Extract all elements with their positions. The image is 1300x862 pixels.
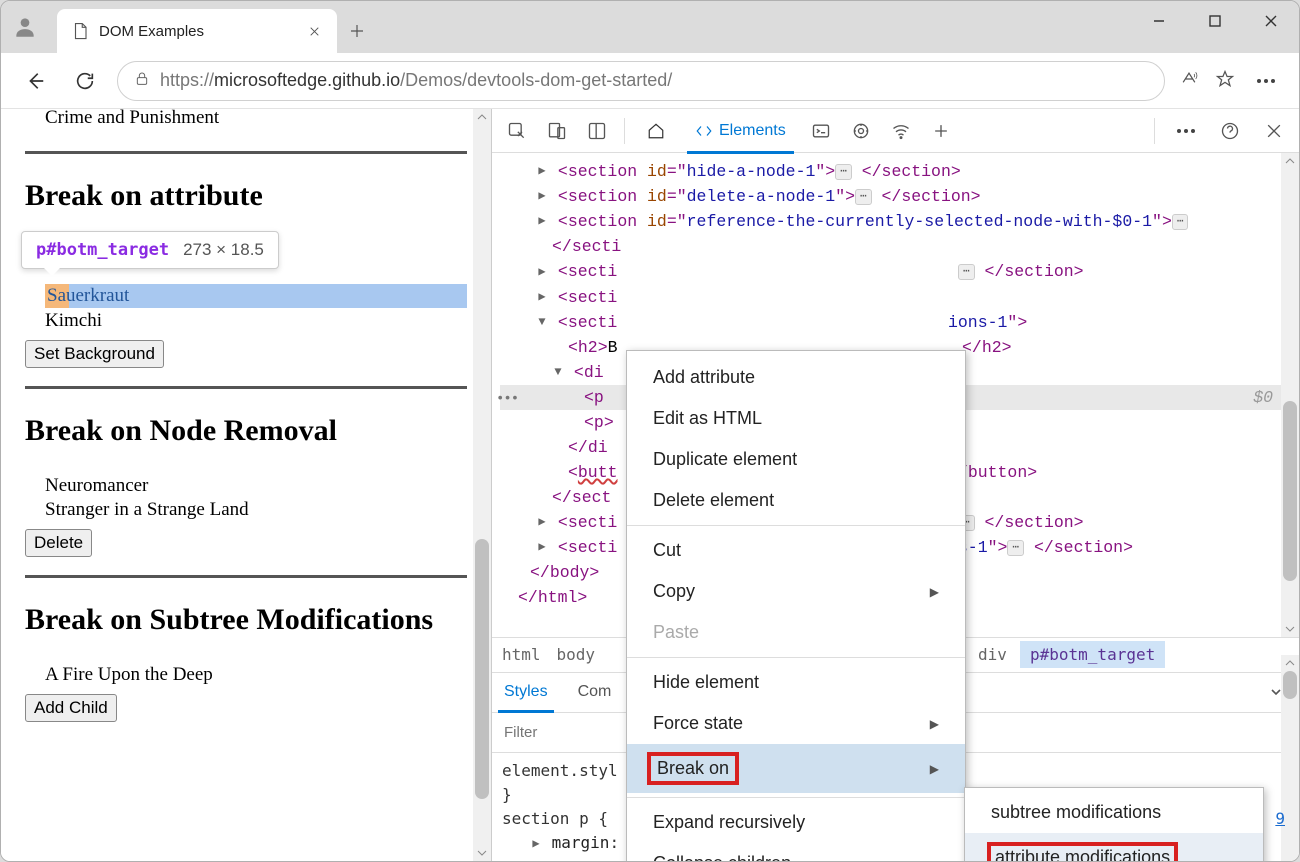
set-background-button[interactable]: Set Background [25,340,164,368]
tab-close-icon[interactable] [305,22,323,40]
refresh-button[interactable] [67,63,103,99]
more-tabs-icon[interactable] [924,114,958,148]
section-heading: Break on Node Removal [25,413,467,449]
breadcrumb-item[interactable]: html [502,645,541,664]
lock-icon [134,71,150,90]
profile-icon[interactable] [1,1,49,53]
element-tooltip: p#botm_target 273 × 18.5 [21,231,279,269]
menu-duplicate-element[interactable]: Duplicate element [627,439,965,480]
list-item: Neuromancer [45,475,467,497]
add-child-button[interactable]: Add Child [25,694,117,722]
minimize-button[interactable] [1131,1,1187,41]
titlebar: DOM Examples [1,1,1299,53]
submenu-attribute-modifications[interactable]: attribute modifications [965,833,1263,861]
menu-break-on[interactable]: Break on▶ [627,744,965,793]
help-icon[interactable] [1213,114,1247,148]
list-item: A Fire Upon the Deep [45,664,467,686]
devtools-close-icon[interactable] [1257,114,1291,148]
computed-tab[interactable]: Com [572,672,618,712]
elements-tab[interactable]: Elements [683,109,798,153]
menu-hide-element[interactable]: Hide element [627,662,965,703]
breadcrumb-item[interactable]: div [978,645,1007,664]
network-icon[interactable] [884,114,918,148]
read-aloud-icon[interactable] [1179,69,1199,92]
submenu-subtree-modifications[interactable]: subtree modifications [965,792,1263,833]
inspect-icon[interactable] [500,114,534,148]
close-window-button[interactable] [1243,1,1299,41]
app-menu-button[interactable] [1249,79,1283,83]
dock-icon[interactable] [580,114,614,148]
breadcrumb-selected[interactable]: p#botm_target [1020,641,1165,668]
url-text: https://microsoftedge.github.io/Demos/de… [160,70,672,91]
menu-add-attribute[interactable]: Add attribute [627,357,965,398]
maximize-button[interactable] [1187,1,1243,41]
menu-delete-element[interactable]: Delete element [627,480,965,521]
back-button[interactable] [17,63,53,99]
devtools-toolbar: Elements [492,109,1299,153]
new-tab-button[interactable] [337,9,377,53]
styles-tab[interactable]: Styles [498,672,554,712]
menu-copy[interactable]: Copy▶ [627,571,965,612]
console-tab-icon[interactable] [804,114,838,148]
divider [25,575,467,578]
welcome-tab[interactable] [635,109,677,153]
context-menu: Add attribute Edit as HTML Duplicate ele… [626,350,966,861]
list-item: Kimchi [45,310,467,332]
favorite-icon[interactable] [1215,69,1235,92]
address-bar: https://microsoftedge.github.io/Demos/de… [1,53,1299,109]
page-scrollbar[interactable] [473,109,491,861]
delete-button[interactable]: Delete [25,529,92,557]
device-icon[interactable] [540,114,574,148]
menu-collapse-children[interactable]: Collapse children [627,843,965,861]
list-item: Crime and Punishment [45,109,467,129]
menu-edit-as-html[interactable]: Edit as HTML [627,398,965,439]
breadcrumb-item[interactable]: body [557,645,596,664]
styles-filter-input[interactable] [492,713,632,752]
browser-tab[interactable]: DOM Examples [57,9,337,53]
break-on-submenu: subtree modifications attribute modifica… [964,787,1264,861]
section-heading: Break on Subtree Modifications [25,602,467,638]
dom-scrollbar[interactable] [1281,153,1299,637]
divider [25,386,467,389]
highlighted-paragraph[interactable]: Sauerkraut [45,284,467,308]
tab-title: DOM Examples [99,23,204,40]
sources-icon[interactable] [844,114,878,148]
list-item: Stranger in a Strange Land [45,499,467,521]
devtools-menu-icon[interactable] [1169,129,1203,133]
menu-cut[interactable]: Cut [627,530,965,571]
stylesheet-link[interactable]: 9 [1275,807,1285,831]
url-input[interactable]: https://microsoftedge.github.io/Demos/de… [117,61,1165,101]
page-icon [71,22,89,40]
menu-force-state[interactable]: Force state▶ [627,703,965,744]
divider [25,151,467,154]
menu-expand-recursively[interactable]: Expand recursively [627,802,965,843]
section-heading: Break on attribute [25,178,467,214]
menu-paste: Paste [627,612,965,653]
page-viewport: Crime and Punishment Break on attribute … [1,109,491,861]
